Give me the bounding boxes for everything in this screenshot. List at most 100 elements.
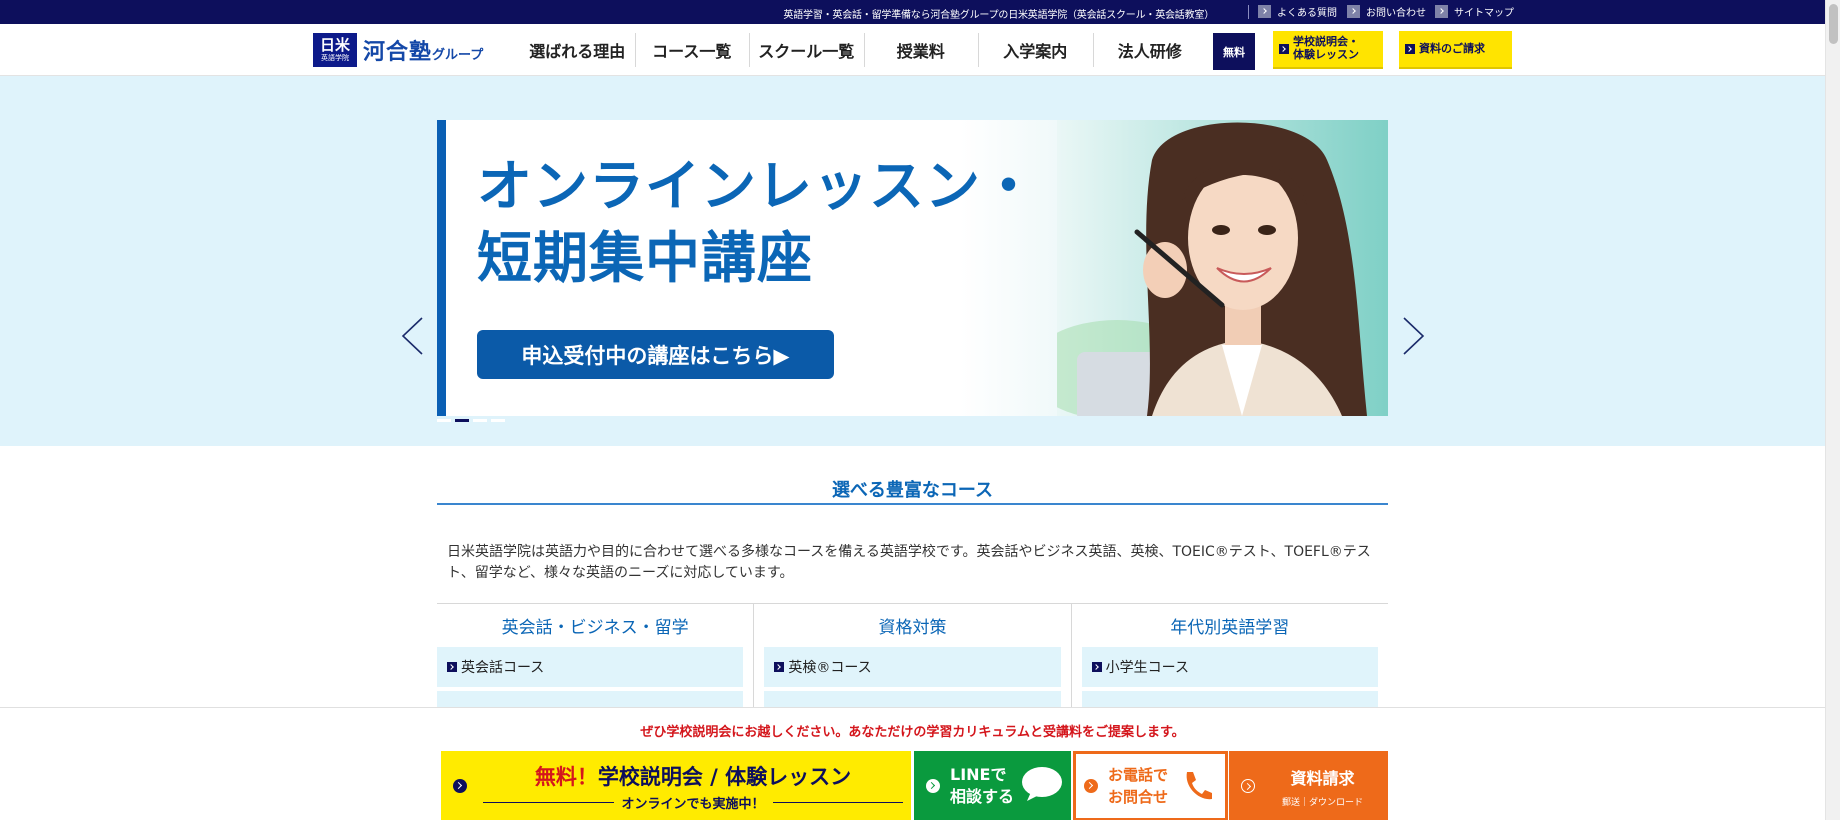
chevron-left-icon[interactable] (400, 316, 424, 356)
logo-badge-text: 日米 (319, 36, 350, 54)
course-category-title: 年代別英語学習 (1170, 618, 1290, 638)
course-category-title: 英会話・ビジネス・留学 (501, 618, 689, 638)
courses-intro-text: 日米英語学院は英語力や目的に合わせて選べる多様なコースを備える英語学校です。英会… (447, 544, 1371, 581)
seminar-label-line1: 学校説明会・ (1293, 35, 1359, 49)
phone-icon (1186, 772, 1212, 800)
course-link-elementary[interactable]: 小学生コース (1081, 647, 1378, 687)
faq-link-label: よくある質問 (1277, 8, 1337, 19)
hero-carousel: オンラインレッスン・ 短期集中講座 申込受付中の講座はこちら▶ (0, 76, 1840, 446)
carousel-dot-active[interactable] (455, 419, 469, 422)
carousel-dot[interactable] (473, 419, 487, 422)
seminar-trial-button[interactable]: 無料！学校説明会 / 体験レッスン オンラインでも実施中！ (441, 751, 911, 820)
logo-badge-subtext: 英語学院 (321, 54, 349, 62)
site-logo[interactable]: 日米 英語学院 河合塾グループ (313, 33, 483, 67)
sticky-message: ぜひ学校説明会にお越しください。あなただけの学習カリキュラムと受講料をご提案しま… (640, 725, 1185, 740)
hero-person-image (1057, 120, 1388, 416)
chevron-right-icon (1435, 5, 1448, 18)
chat-bubble-icon (1022, 767, 1062, 801)
chevron-right-icon (1279, 44, 1289, 54)
vertical-scrollbar[interactable] (1825, 0, 1840, 820)
divider (483, 802, 614, 803)
arrow-circle-icon (926, 779, 940, 793)
page: 英語学習・英会話・留学準備なら河合塾グループの日米英語学院（英会話スクール・英会… (0, 0, 1840, 820)
carousel-dot[interactable] (437, 419, 451, 422)
line-consult-label: LINEで 相談する (950, 764, 1014, 808)
chevron-right-icon (1405, 44, 1415, 54)
hero-title: オンラインレッスン・ 短期集中講座 (477, 150, 1037, 294)
nav-item-admission[interactable]: 入学案内 (978, 24, 1093, 76)
main-nav: 選ばれる理由 コース一覧 スクール一覧 授業料 入学案内 法人研修 (520, 24, 1207, 76)
seminar-trial-subtitle: オンラインでも実施中！ (483, 793, 904, 812)
sitemap-link[interactable]: サイトマップ (1435, 4, 1514, 19)
logo-badge: 日米 英語学院 (313, 33, 357, 67)
site-header: 日米 英語学院 河合塾グループ 選ばれる理由 コース一覧 スクール一覧 授業料 … (0, 24, 1840, 76)
request-materials-sub: 郵送｜ダウンロード (1281, 798, 1363, 808)
request-materials-header-button[interactable]: 資料のご請求 (1399, 31, 1512, 69)
line-label-line2: 相談する (950, 787, 1015, 806)
course-link-label: 英会話コース (461, 660, 545, 676)
site-tagline: 英語学習・英会話・留学準備なら河合塾グループの日米英語学院（英会話スクール・英会… (783, 10, 1214, 21)
divider (772, 802, 904, 803)
hero-title-line2: 短期集中講座 (477, 226, 814, 290)
contact-link[interactable]: お問い合わせ (1347, 4, 1426, 19)
hero-slide[interactable]: オンラインレッスン・ 短期集中講座 申込受付中の講座はこちら▶ (437, 120, 1388, 416)
nav-item-tuition[interactable]: 授業料 (863, 24, 979, 76)
free-label: 無料！ (534, 765, 598, 789)
chevron-right-icon (1091, 662, 1102, 672)
phone-label-line1: お電話で (1108, 766, 1169, 784)
course-category-conversation: 英会話・ビジネス・留学 英会話コース (437, 604, 753, 731)
course-link-label: 小学生コース (1105, 660, 1189, 676)
hero-title-line1: オンラインレッスン・ (477, 154, 1038, 218)
nav-item-corporate[interactable]: 法人研修 (1092, 24, 1208, 76)
phone-label-line2: お問合せ (1108, 788, 1169, 806)
free-badge: 無料 (1213, 33, 1255, 70)
section-divider (437, 503, 1388, 505)
nav-item-courses[interactable]: コース一覧 (634, 24, 750, 76)
line-label-line1: LINEで (950, 765, 1007, 784)
phone-contact-button[interactable]: お電話で お問合せ (1073, 751, 1228, 820)
chevron-right-icon (1347, 5, 1360, 18)
top-utility-bar: 英語学習・英会話・留学準備なら河合塾グループの日米英語学院（英会話スクール・英会… (0, 0, 1840, 24)
slide-accent-bar (437, 120, 446, 416)
arrow-circle-icon (1084, 779, 1098, 793)
hero-cta-button[interactable]: 申込受付中の講座はこちら▶ (477, 330, 834, 379)
seminar-trial-title: 無料！学校説明会 / 体験レッスン (483, 761, 903, 791)
course-link-label: 英検®コース (788, 660, 872, 676)
course-link-conversation[interactable]: 英会話コース (437, 647, 744, 687)
online-note: オンラインでも実施中！ (621, 797, 765, 812)
sitemap-link-label: サイトマップ (1454, 8, 1514, 19)
nav-item-reasons[interactable]: 選ばれる理由 (520, 24, 635, 76)
chevron-right-icon (1258, 5, 1271, 18)
courses-section-title: 選べる豊富なコース (831, 480, 994, 501)
sticky-cta-bar: ぜひ学校説明会にお越しください。あなただけの学習カリキュラムと受講料をご提案しま… (0, 707, 1840, 820)
course-link-eiken[interactable]: 英検®コース (764, 647, 1061, 687)
nav-item-schools[interactable]: スクール一覧 (749, 24, 864, 76)
request-materials-main: 資料請求 (1290, 769, 1355, 788)
divider (1248, 5, 1249, 19)
chevron-right-icon (447, 662, 457, 672)
course-categories: 英会話・ビジネス・留学 英会話コース 資格対策 英検®コース 年代別英語学習 小… (437, 603, 1388, 731)
arrow-circle-icon (453, 779, 467, 793)
seminar-trial-label: 学校説明会 / 体験レッスン (597, 765, 852, 789)
chevron-right-icon (774, 662, 785, 672)
contact-link-label: お問い合わせ (1366, 8, 1426, 19)
seminar-header-button[interactable]: 学校説明会・ 体験レッスン (1273, 31, 1383, 69)
arrow-circle-icon (1241, 779, 1255, 793)
course-category-title: 資格対策 (878, 618, 947, 638)
logo-wordmark-main: 河合塾 (363, 40, 433, 65)
request-materials-label: 資料のご請求 (1419, 41, 1485, 55)
request-materials-button[interactable]: 資料請求 郵送｜ダウンロード (1229, 751, 1388, 820)
seminar-label-line2: 体験レッスン (1293, 48, 1359, 61)
carousel-dot[interactable] (491, 419, 505, 422)
seminar-header-button-label: 学校説明会・ 体験レッスン (1293, 36, 1359, 61)
chevron-right-icon[interactable] (1402, 316, 1426, 356)
faq-link[interactable]: よくある質問 (1258, 4, 1337, 19)
course-category-qualifications: 資格対策 英検®コース (753, 604, 1070, 731)
phone-contact-label: お電話で お問合せ (1108, 764, 1168, 808)
carousel-pagination (437, 419, 505, 422)
course-category-age: 年代別英語学習 小学生コース (1070, 604, 1388, 731)
logo-wordmark: 河合塾グループ (363, 34, 483, 66)
logo-wordmark-sub: グループ (432, 48, 484, 63)
scrollbar-thumb[interactable] (1829, 4, 1838, 44)
line-consult-button[interactable]: LINEで 相談する (914, 751, 1071, 820)
